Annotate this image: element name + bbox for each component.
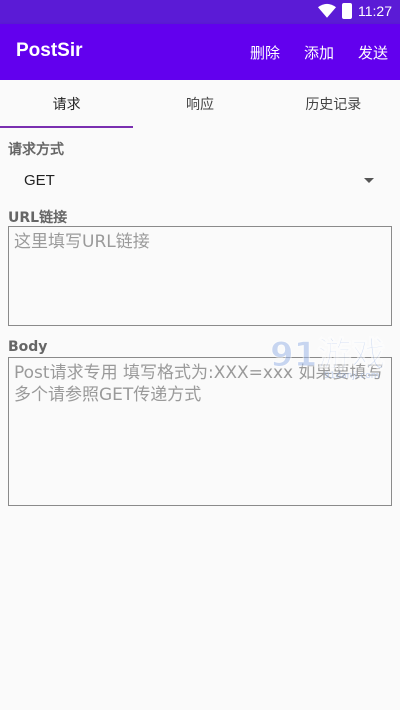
status-time: 11:27 — [358, 3, 392, 19]
tab-history[interactable]: 历史记录 — [267, 80, 400, 128]
url-label: URL链接 — [8, 210, 68, 226]
delete-button[interactable]: 删除 — [250, 42, 280, 63]
body-label: Body — [8, 339, 48, 355]
status-bar: 11:27 — [0, 0, 400, 24]
send-button[interactable]: 发送 — [358, 42, 388, 63]
body-input[interactable] — [8, 357, 392, 506]
dropdown-arrow-icon — [364, 178, 374, 183]
status-icons: 11:27 — [318, 3, 392, 19]
app-actions: 删除 添加 发送 — [250, 42, 388, 63]
method-dropdown[interactable]: GET — [8, 166, 392, 198]
add-button[interactable]: 添加 — [304, 42, 334, 63]
app-bar: PostSir 删除 添加 发送 — [0, 24, 400, 80]
method-value: GET — [24, 172, 55, 189]
wifi-icon — [318, 3, 336, 18]
url-input[interactable] — [8, 226, 392, 326]
method-label: 请求方式 — [8, 142, 64, 158]
tab-request[interactable]: 请求 — [0, 80, 134, 128]
tab-bar: 请求 响应 历史记录 — [0, 80, 400, 128]
tab-response[interactable]: 响应 — [133, 80, 266, 128]
app-title: PostSir — [16, 40, 83, 61]
battery-icon — [342, 3, 352, 19]
